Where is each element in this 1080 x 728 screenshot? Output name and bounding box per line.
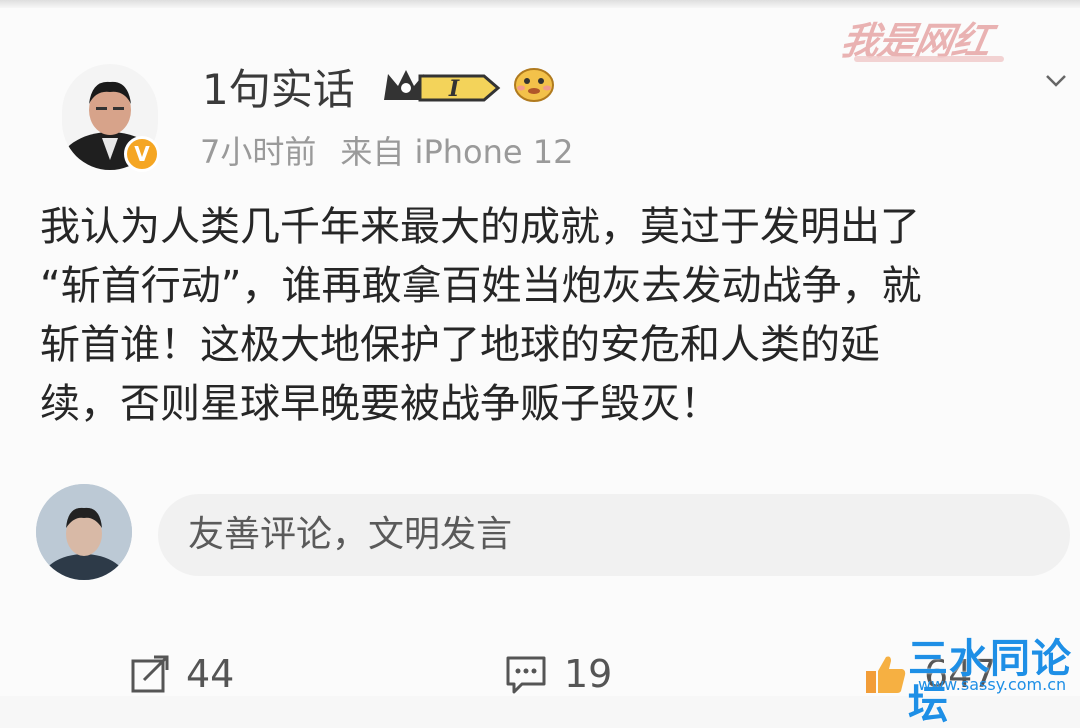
post-source: 来自 iPhone 12 <box>340 133 574 171</box>
post-line: 斩首谁！这极大地保护了地球的安危和人类的延 <box>40 322 880 368</box>
post-line: 我认为人类几千年来最大的成就，莫过于发明出了 <box>40 204 920 250</box>
post-meta: 7小时前 来自 iPhone 12 <box>200 132 573 172</box>
comment-input[interactable]: 友善评论，文明发言 <box>158 494 1070 576</box>
chevron-down-icon[interactable] <box>1044 68 1068 92</box>
verified-v-icon: V <box>124 136 160 172</box>
watermark-top-underline <box>854 56 1004 62</box>
weibo-post-card: 我是网红 V 1句实话 I 7小时前 来自 iPhone 12 我认为人类几千年… <box>0 0 1080 728</box>
emoji-face-icon <box>514 68 554 102</box>
top-divider <box>0 0 1080 8</box>
crown-badge-icon[interactable]: I <box>380 64 502 108</box>
repost-count: 44 <box>186 652 235 696</box>
comment-count: 19 <box>564 652 613 696</box>
author-name[interactable]: 1句实话 <box>202 64 355 116</box>
level-badge-label: I <box>448 76 460 102</box>
repost-icon <box>131 655 169 693</box>
post-line: 续，否则星球早晚要被战争贩子毁灭！ <box>40 381 720 427</box>
current-user-avatar[interactable] <box>36 484 132 580</box>
post-line: “斩首行动”，谁再敢拿百姓当炮灰去发动战争，就 <box>40 263 922 309</box>
comment-placeholder: 友善评论，文明发言 <box>188 514 513 555</box>
watermark-bottom-url: www.sassy.com.cn <box>918 675 1067 694</box>
post-time: 7小时前 <box>200 133 317 171</box>
comment-icon <box>506 656 546 694</box>
repost-button[interactable]: 44 <box>130 652 234 696</box>
comment-button[interactable]: 19 <box>504 652 612 696</box>
post-body: 我认为人类几千年来最大的成就，莫过于发明出了 “斩首行动”，谁再敢拿百姓当炮灰去… <box>40 198 1060 434</box>
thumbs-up-icon <box>866 656 906 693</box>
